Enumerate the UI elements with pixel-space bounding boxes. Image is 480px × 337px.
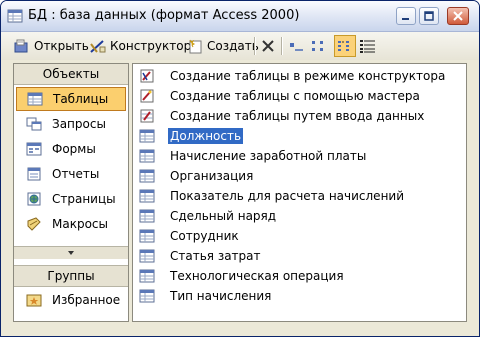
sidebar-item-label: Отчеты: [52, 167, 100, 181]
favorites-icon: [26, 294, 42, 307]
list-item-label: Создание таблицы путем ввода данных: [170, 109, 425, 123]
table-icon: [27, 92, 43, 106]
table-item[interactable]: Сдельный наряд: [139, 206, 459, 226]
create-button[interactable]: Создать: [186, 35, 259, 57]
maximize-button[interactable]: [419, 7, 439, 25]
database-window: БД : база данных (формат Access 2000) От…: [0, 0, 480, 337]
sidebar-item-queries[interactable]: Запросы: [16, 112, 126, 136]
sidebar-item-favorites[interactable]: Избранное: [16, 288, 126, 312]
toolbar-separator: [281, 37, 283, 55]
toolbar-separator: [254, 37, 256, 55]
table-icon: [139, 269, 155, 283]
list-item-wizard[interactable]: Создание таблицы с помощью мастера: [139, 86, 459, 106]
table-icon: [139, 289, 155, 303]
list-item-label: Организация: [170, 169, 254, 183]
table-item[interactable]: Начисление заработной платы: [139, 146, 459, 166]
sidebar-item-label: Формы: [52, 142, 96, 156]
open-label: Открыть: [34, 39, 89, 53]
table-icon: [139, 169, 155, 183]
page-icon: [27, 192, 41, 206]
list-item-label: Создание таблицы с помощью мастера: [170, 89, 420, 103]
minimize-button[interactable]: [396, 7, 416, 25]
table-item[interactable]: Технологическая операция: [139, 266, 459, 286]
macro-icon: [27, 217, 41, 231]
close-button[interactable]: [447, 7, 469, 25]
details-view-button[interactable]: [359, 35, 377, 57]
sidebar-item-label: Страницы: [52, 192, 116, 206]
title-bar[interactable]: БД : база данных (формат Access 2000): [1, 1, 479, 32]
list-item-label: Сотрудник: [170, 229, 239, 243]
sidebar-item-label: Избранное: [52, 293, 121, 307]
table-item[interactable]: Показатель для расчета начислений: [139, 186, 459, 206]
open-button[interactable]: Открыть: [13, 35, 89, 57]
sidebar-item-pages[interactable]: Страницы: [16, 187, 126, 211]
query-icon: [26, 117, 42, 131]
list-view-button[interactable]: [334, 35, 356, 57]
toolbar: Открыть Конструктор Создать: [1, 32, 479, 60]
list-item-label: Сдельный наряд: [170, 209, 277, 223]
close-icon: [453, 11, 463, 21]
design-icon: [90, 40, 106, 53]
list-item-label: Создание таблицы в режиме конструктора: [170, 69, 446, 83]
list-item-label: Начисление заработной платы: [170, 149, 367, 163]
delete-icon: [262, 40, 274, 52]
sidebar-item-macros[interactable]: Макросы: [16, 212, 126, 236]
list-item-label: Технологическая операция: [170, 269, 344, 283]
list-item-wizard[interactable]: Создание таблицы в режиме конструктора: [139, 66, 459, 86]
open-icon: [14, 39, 28, 53]
large-icons-icon: [290, 43, 303, 51]
list-item-label: Тип начисления: [170, 289, 272, 303]
table-item[interactable]: Организация: [139, 166, 459, 186]
data-entry-icon: [140, 109, 154, 123]
form-icon: [26, 142, 42, 156]
create-icon: [189, 39, 202, 54]
table-icon: [139, 149, 155, 163]
list-item-label: Статья затрат: [170, 249, 261, 263]
table-icon: [139, 129, 155, 143]
sidebar-item-reports[interactable]: Отчеты: [16, 162, 126, 186]
table-icon: [139, 229, 155, 243]
large-icons-button[interactable]: [287, 35, 305, 57]
design-button[interactable]: Конструктор: [89, 35, 191, 57]
table-item[interactable]: Тип начисления: [139, 286, 459, 306]
table-item[interactable]: Сотрудник: [139, 226, 459, 246]
maximize-icon: [424, 11, 434, 21]
sidebar-item-forms[interactable]: Формы: [16, 137, 126, 161]
report-icon: [27, 167, 41, 181]
design-label: Конструктор: [110, 39, 192, 53]
small-icons-icon: [312, 41, 323, 51]
sidebar-scroll-down[interactable]: [14, 246, 128, 259]
table-icon: [139, 189, 155, 203]
table-icon: [139, 249, 155, 263]
sidebar-item-label: Запросы: [52, 117, 106, 131]
objects-bar: Объекты Таблицы Запросы Формы Отчеты Стр…: [13, 63, 129, 322]
sidebar-item-tables[interactable]: Таблицы: [16, 87, 126, 111]
database-window-icon: [7, 9, 23, 23]
table-item-selected[interactable]: Должность: [139, 126, 459, 146]
window-title: БД : база данных (формат Access 2000): [28, 8, 300, 23]
table-item[interactable]: Статья затрат: [139, 246, 459, 266]
list-item-wizard[interactable]: Создание таблицы путем ввода данных: [139, 106, 459, 126]
sidebar-item-label: Макросы: [52, 217, 108, 231]
details-view-icon: [360, 40, 375, 53]
objects-list: Создание таблицы в режиме конструктора С…: [132, 63, 467, 322]
design-wizard-icon: [140, 69, 154, 83]
chevron-down-icon: [68, 251, 74, 255]
wizard-icon: [140, 89, 154, 103]
table-icon: [139, 209, 155, 223]
create-label: Создать: [207, 39, 259, 53]
list-item-label: Показатель для расчета начислений: [170, 189, 405, 203]
sidebar-item-label: Таблицы: [53, 92, 109, 106]
list-view-icon: [338, 41, 349, 51]
small-icons-button[interactable]: [310, 35, 328, 57]
minimize-icon: [402, 18, 409, 20]
list-item-label: Должность: [168, 128, 244, 144]
delete-button[interactable]: [260, 35, 276, 57]
groups-header[interactable]: Группы: [14, 265, 128, 287]
objects-header[interactable]: Объекты: [14, 64, 128, 85]
